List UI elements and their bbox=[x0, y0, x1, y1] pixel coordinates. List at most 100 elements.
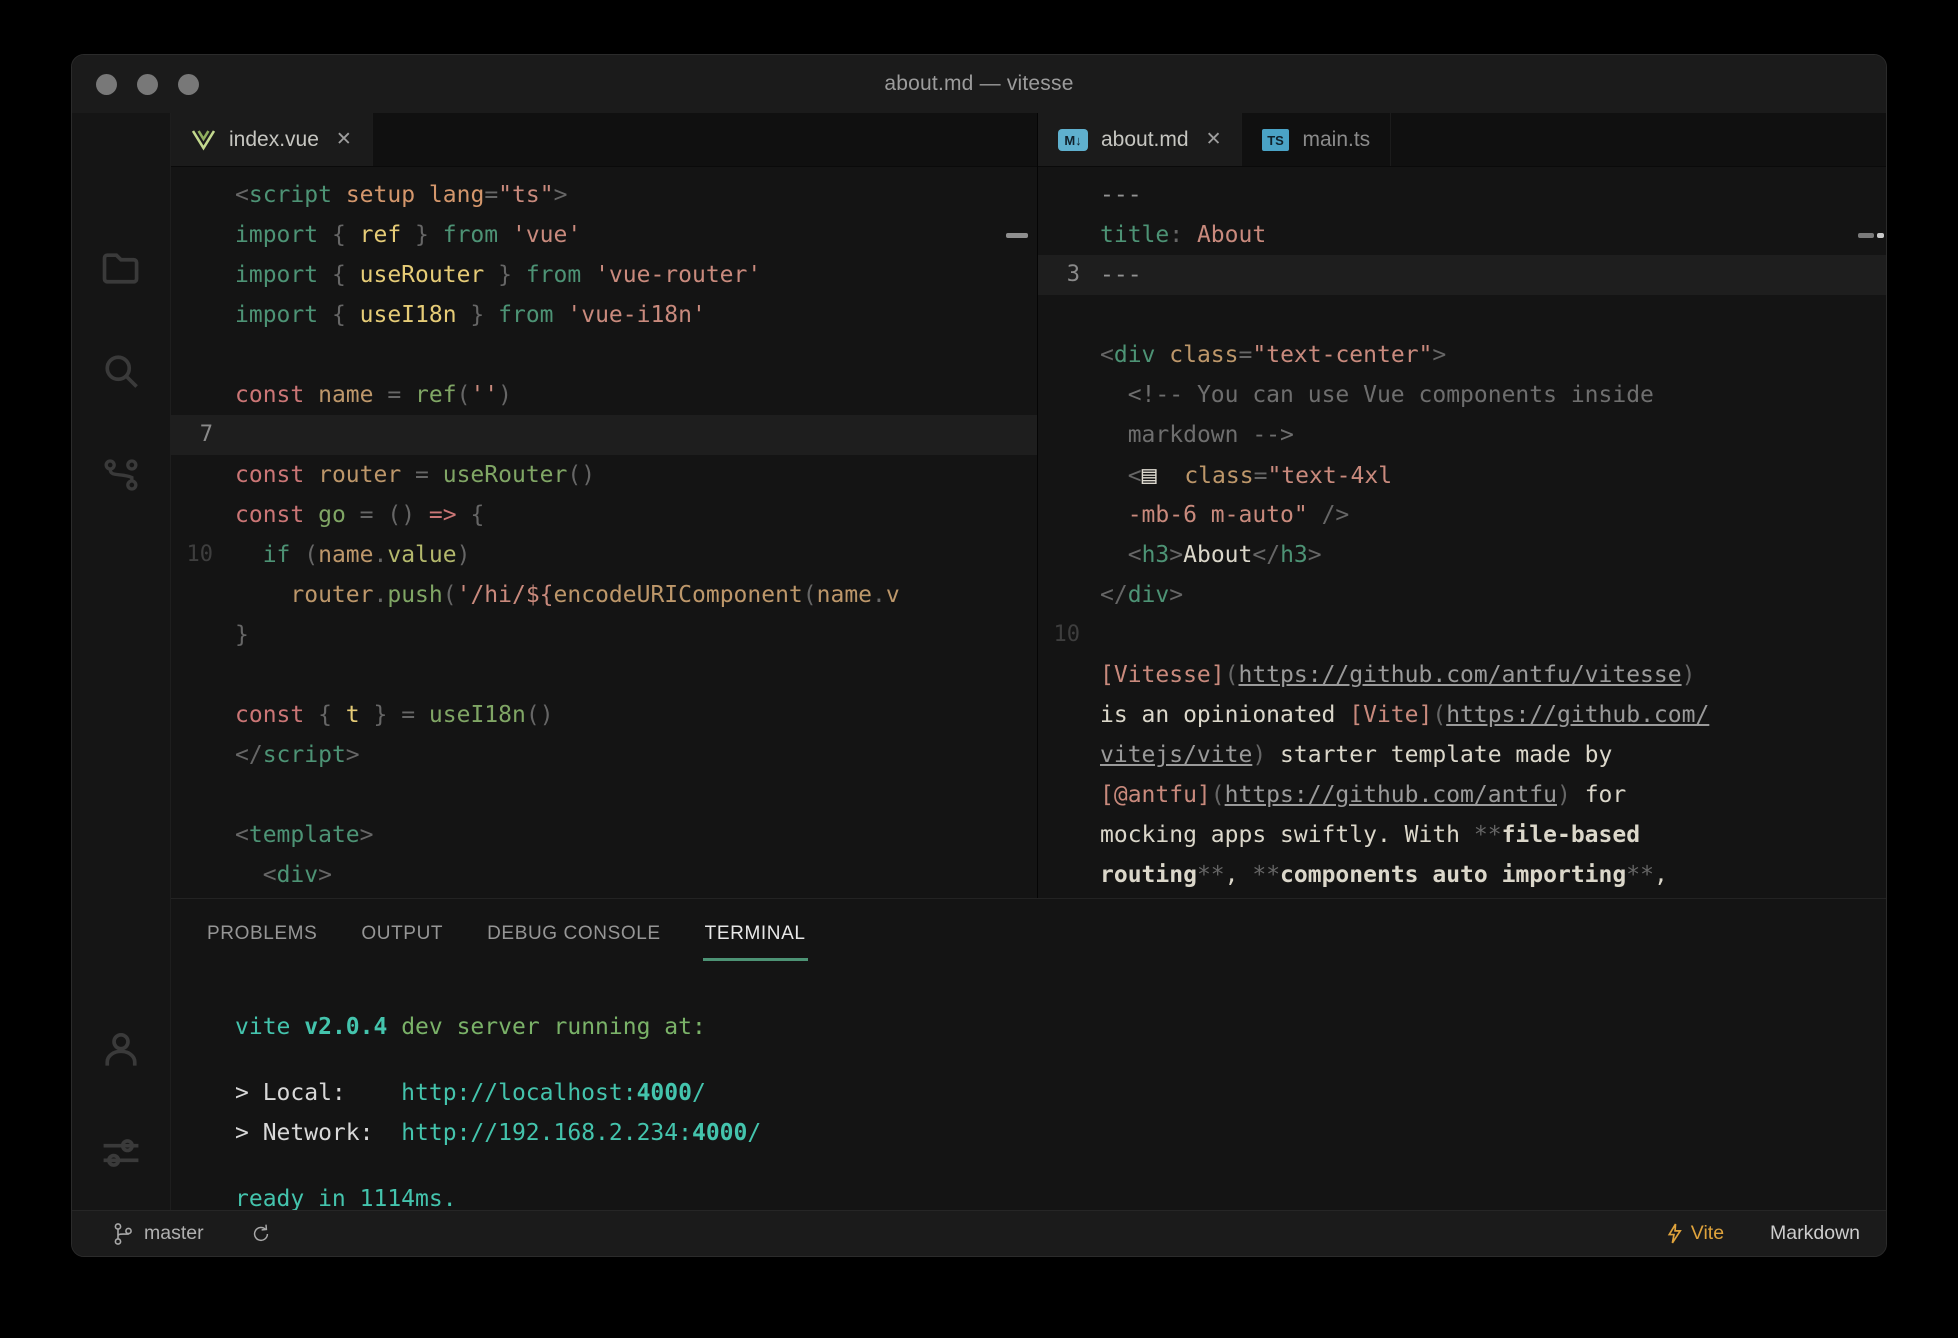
panel-tab-output[interactable]: OUTPUT bbox=[359, 917, 445, 951]
code-line[interactable]: 7 bbox=[171, 415, 1037, 455]
tab-main-ts[interactable]: TS main.ts bbox=[1242, 113, 1391, 166]
code-line[interactable]: title: About bbox=[1038, 215, 1886, 255]
code-line[interactable] bbox=[171, 655, 1037, 695]
terminal-output[interactable]: vite v2.0.4 dev server running at: > Loca… bbox=[171, 969, 1886, 1219]
code-line[interactable]: import { ref } from 'vue' bbox=[171, 215, 1037, 255]
code-token: useI18n bbox=[429, 702, 526, 728]
code-line[interactable]: <div class="text-center"> bbox=[1038, 335, 1886, 375]
code-token bbox=[1100, 463, 1128, 489]
panel-tab-problems[interactable]: PROBLEMS bbox=[205, 917, 319, 951]
code-token bbox=[373, 1120, 401, 1146]
vite-status-item[interactable]: Vite bbox=[1667, 1222, 1724, 1245]
code-line[interactable]: const { t } = useI18n() bbox=[171, 695, 1037, 735]
terminal-line[interactable] bbox=[235, 1153, 1886, 1179]
tab-index-vue[interactable]: index.vue ✕ bbox=[171, 113, 373, 166]
code-token: > bbox=[1432, 342, 1446, 368]
code-editor-about-md[interactable]: ---title: About3--- <div class="text-cent… bbox=[1038, 167, 1886, 898]
activity-bar bbox=[72, 113, 171, 1210]
code-line[interactable] bbox=[171, 335, 1037, 375]
line-number: 10 bbox=[1038, 615, 1100, 655]
code-line[interactable]: mocking apps swiftly. With **file-based bbox=[1038, 815, 1886, 855]
line-content: <!-- You can use Vue components inside bbox=[1100, 375, 1654, 415]
code-line[interactable]: const go = () => { bbox=[171, 495, 1037, 535]
terminal-line[interactable]: vite v2.0.4 dev server running at: bbox=[235, 1007, 1886, 1047]
code-line[interactable]: <div> bbox=[171, 855, 1037, 895]
tab-about-md[interactable]: M↓ about.md ✕ bbox=[1038, 113, 1242, 166]
search-icon[interactable] bbox=[97, 347, 145, 395]
code-line[interactable]: markdown --> bbox=[1038, 415, 1886, 455]
branch-name: master bbox=[144, 1222, 204, 1245]
line-content: <template> bbox=[235, 815, 374, 855]
code-line[interactable]: --- bbox=[1038, 175, 1886, 215]
branch-indicator[interactable]: master bbox=[112, 1222, 272, 1246]
settings-icon[interactable] bbox=[97, 1129, 145, 1177]
code-token bbox=[332, 182, 346, 208]
code-line[interactable]: <▤ class="text-4xl bbox=[1038, 455, 1886, 495]
code-line[interactable]: <script setup lang="ts"> bbox=[171, 175, 1037, 215]
code-line[interactable]: } bbox=[171, 615, 1037, 655]
sync-button[interactable] bbox=[250, 1223, 272, 1245]
editor-group-left: index.vue ✕ <script setup lang="ts">impo… bbox=[171, 113, 1037, 898]
code-token: > Network: bbox=[235, 1120, 373, 1146]
explorer-icon[interactable] bbox=[97, 244, 145, 292]
code-line[interactable]: 10 bbox=[1038, 615, 1886, 655]
code-line[interactable]: is an opinionated [Vite](https://github.… bbox=[1038, 695, 1886, 735]
terminal-line[interactable]: > Local: http://localhost:4000/ bbox=[235, 1073, 1886, 1113]
line-number bbox=[1038, 415, 1100, 455]
source-control-icon[interactable] bbox=[97, 451, 145, 499]
code-token: { bbox=[318, 262, 360, 288]
line-content: [@antfu](https://github.com/antfu) for bbox=[1100, 775, 1626, 815]
code-line[interactable]: const name = ref('') bbox=[171, 375, 1037, 415]
line-number bbox=[1038, 495, 1100, 535]
panel-tab-terminal[interactable]: TERMINAL bbox=[703, 917, 808, 951]
code-line[interactable]: vitejs/vite) starter template made by bbox=[1038, 735, 1886, 775]
close-window-icon[interactable] bbox=[96, 74, 117, 95]
code-editor-index-vue[interactable]: <script setup lang="ts">import { ref } f… bbox=[171, 167, 1037, 898]
code-token: , bbox=[1654, 862, 1668, 888]
terminal-line[interactable]: > Network: http://192.168.2.234:4000/ bbox=[235, 1113, 1886, 1153]
code-line[interactable]: [Vitesse](https://github.com/antfu/vites… bbox=[1038, 655, 1886, 695]
code-line[interactable]: 3--- bbox=[1038, 255, 1886, 295]
code-line[interactable]: [@antfu](https://github.com/antfu) for bbox=[1038, 775, 1886, 815]
overview-ruler-marker bbox=[1858, 233, 1874, 238]
close-tab-icon[interactable]: ✕ bbox=[336, 128, 352, 151]
line-number bbox=[1038, 295, 1100, 335]
code-line[interactable]: </div> bbox=[1038, 575, 1886, 615]
code-line[interactable]: <h3>About</h3> bbox=[1038, 535, 1886, 575]
code-line[interactable] bbox=[171, 775, 1037, 815]
code-line[interactable]: 10 if (name.value) bbox=[171, 535, 1037, 575]
minimize-window-icon[interactable] bbox=[137, 74, 158, 95]
code-line[interactable]: const router = useRouter() bbox=[171, 455, 1037, 495]
line-content: [Vitesse](https://github.com/antfu/vites… bbox=[1100, 655, 1695, 695]
line-number bbox=[1038, 535, 1100, 575]
code-line[interactable]: router.push('/hi/${encodeURIComponent(na… bbox=[171, 575, 1037, 615]
code-token: ** bbox=[1252, 862, 1280, 888]
code-line[interactable]: </script> bbox=[171, 735, 1037, 775]
language-mode-item[interactable]: Markdown bbox=[1770, 1222, 1860, 1245]
code-token bbox=[1155, 342, 1169, 368]
markdown-file-icon: M↓ bbox=[1058, 129, 1088, 151]
panel-tab-debug-console[interactable]: DEBUG CONSOLE bbox=[485, 917, 663, 951]
code-line[interactable] bbox=[1038, 295, 1886, 335]
close-tab-icon[interactable]: ✕ bbox=[1206, 128, 1222, 151]
code-token: dev server running at: bbox=[387, 1014, 706, 1040]
code-token: div bbox=[1114, 342, 1156, 368]
code-token: ) bbox=[1682, 662, 1696, 688]
account-icon[interactable] bbox=[97, 1026, 145, 1074]
code-token: { bbox=[457, 502, 485, 528]
code-token: ) bbox=[498, 382, 512, 408]
terminal-line[interactable] bbox=[235, 1047, 1886, 1073]
line-number bbox=[1038, 735, 1100, 775]
code-line[interactable]: routing**, **components auto importing**… bbox=[1038, 855, 1886, 895]
scrollbar-thumb[interactable] bbox=[1877, 233, 1884, 238]
code-token: 4000 bbox=[692, 1120, 747, 1146]
code-line[interactable]: <template> bbox=[171, 815, 1037, 855]
code-line[interactable]: import { useRouter } from 'vue-router' bbox=[171, 255, 1037, 295]
line-content: const go = () => { bbox=[235, 495, 484, 535]
code-token: from bbox=[443, 222, 498, 248]
code-line[interactable]: -mb-6 m-auto" /> bbox=[1038, 495, 1886, 535]
code-line[interactable]: import { useI18n } from 'vue-i18n' bbox=[171, 295, 1037, 335]
zoom-window-icon[interactable] bbox=[178, 74, 199, 95]
title-bar[interactable]: about.md — vitesse bbox=[72, 55, 1886, 113]
code-line[interactable]: <!-- You can use Vue components inside bbox=[1038, 375, 1886, 415]
